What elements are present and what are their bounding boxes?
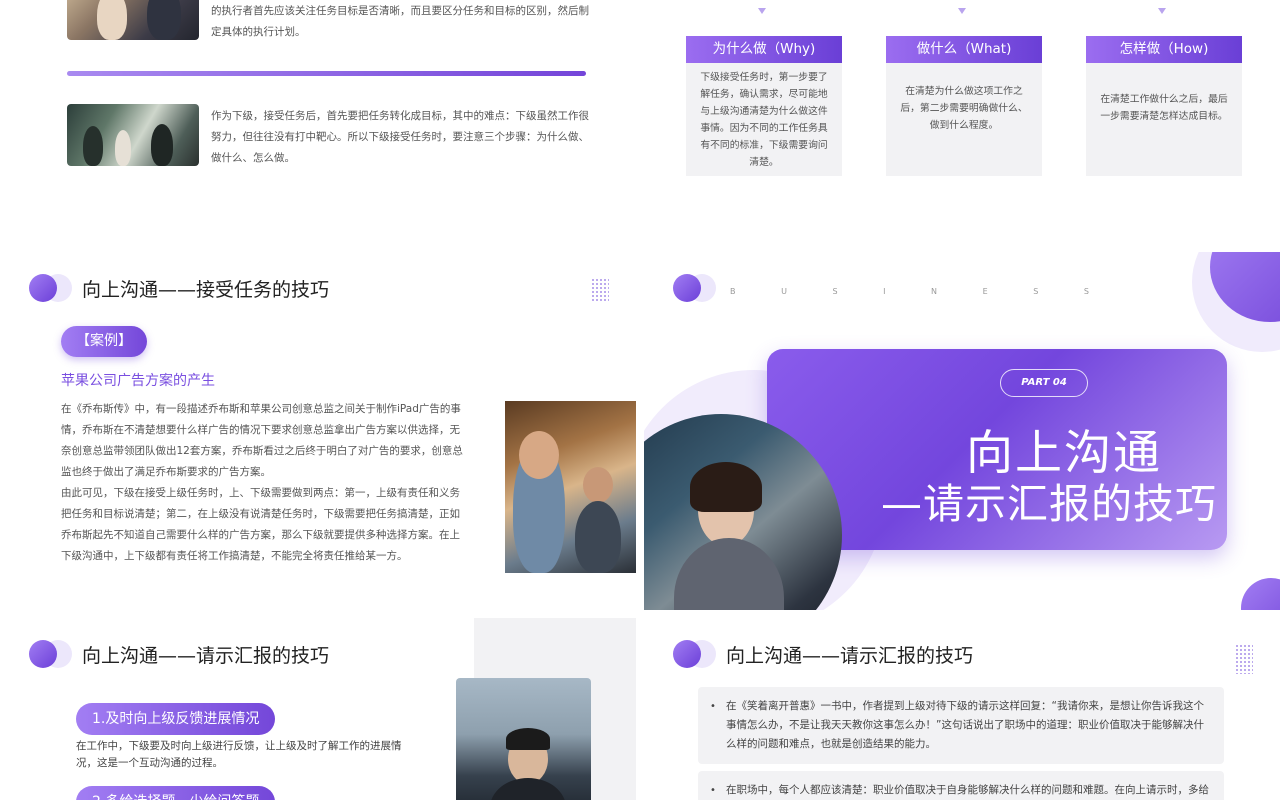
corner-circle-decoration: [1241, 578, 1280, 610]
slide-panel-accept-task[interactable]: 向上沟通——接受任务的技巧 【案例】 苹果公司广告方案的产生 在《乔布斯传》中，…: [0, 252, 636, 610]
divider-bar: [67, 71, 586, 76]
title-bullet-icon: [673, 274, 701, 302]
business-letter: S: [1033, 287, 1040, 296]
slide-panel-report-tips-2[interactable]: 向上沟通——请示汇报的技巧 • 在《笑着离开普惠》一书中，作者提到上级对待下级的…: [644, 618, 1280, 800]
dot-grid-decoration: [591, 278, 609, 302]
bullet-icon: •: [710, 785, 716, 796]
step-card-body: 在清楚为什么做这项工作之后，第二步需要明确做什么、做到什么程度。: [900, 86, 1028, 131]
step-card-why: 为什么做（Why) 下级接受任务时，第一步要了解任务，确认需求，尽可能地与上级沟…: [686, 36, 842, 176]
step-description: 在工作中，下级要及时向上级进行反馈，让上级及时了解工作的进展情况，这是一个互动沟…: [76, 740, 402, 769]
slide-title: 向上沟通——请示汇报的技巧: [82, 645, 330, 667]
step-label: 1.及时向上级反馈进展情况: [76, 703, 276, 735]
step-card-body: 下级接受任务时，第一步要了解任务，确认需求，尽可能地与上级沟通清楚为什么做这件事…: [700, 72, 828, 168]
title-bullet-icon: [673, 640, 701, 668]
task-goal-paragraph: 的执行者首先应该关注任务目标是否清晰，而且要区分任务和目标的区别，然后制定具体的…: [211, 5, 589, 38]
bullet-icon: •: [710, 701, 716, 712]
case-label: 【案例】: [61, 326, 147, 357]
step-card-title: 为什么做（Why): [686, 36, 842, 63]
cover-title-line2: —请示汇报的技巧: [881, 480, 1217, 528]
business-letters: B U S I N E S S: [730, 287, 1090, 296]
step-card-title: 怎样做（How): [1086, 36, 1242, 63]
title-bullet-icon: [29, 274, 57, 302]
down-arrow-icon: [758, 8, 766, 14]
businessman-photo: [456, 678, 591, 800]
business-letter: S: [1083, 287, 1090, 296]
office-meeting-photo: [67, 0, 199, 40]
part-number-badge: PART 04: [1000, 369, 1088, 397]
task-steps-paragraph: 作为下级，接受任务后，首先要把任务转化成目标，其中的难点：下级虽然工作很努力，但…: [211, 110, 589, 164]
quote-text: 在职场中，每个人都应该清楚：职业价值取决于自身能够解决什么样的问题和难题。在向上…: [726, 784, 1209, 796]
down-arrow-icon: [958, 8, 966, 14]
business-letter: N: [931, 287, 939, 296]
quote-box: • 在职场中，每个人都应该清楚：职业价值取决于自身能够解决什么样的问题和难题。在…: [698, 771, 1224, 800]
step-label: 2.多给选择题，少给问答题: [76, 786, 276, 800]
case-subtitle: 苹果公司广告方案的产生: [61, 373, 215, 389]
title-bullet-icon: [29, 640, 57, 668]
step-card-title: 做什么（What): [886, 36, 1042, 63]
down-arrow-icon: [1158, 8, 1166, 14]
case-body: 在《乔布斯传》中，有一段描述乔布斯和苹果公司创意总监之间关于制作iPad广告的事…: [61, 399, 465, 567]
business-letter: U: [781, 287, 788, 296]
step-card-body: 在清楚工作做什么之后，最后一步需要清楚怎样达成目标。: [1100, 94, 1228, 122]
slide-title: 向上沟通——请示汇报的技巧: [726, 645, 974, 667]
slide-title: 向上沟通——接受任务的技巧: [82, 279, 330, 301]
business-letter: S: [832, 287, 839, 296]
case-paragraph: 由此可见，下级在接受上级任务时，上、下级需要做到两点：第一，上级有责任和义务把任…: [61, 487, 460, 562]
case-paragraph: 在《乔布斯传》中，有一段描述乔布斯和苹果公司创意总监之间关于制作iPad广告的事…: [61, 403, 463, 478]
slide-panel-top-left[interactable]: 的执行者首先应该关注任务目标是否清晰，而且要区分任务和目标的区别，然后制定具体的…: [0, 0, 636, 245]
dot-grid-decoration: [1235, 644, 1253, 674]
step-card-how: 怎样做（How) 在清楚工作做什么之后，最后一步需要清楚怎样达成目标。: [1086, 36, 1242, 176]
slide-panel-top-right[interactable]: 为什么做（Why) 下级接受任务时，第一步要了解任务，确认需求，尽可能地与上级沟…: [644, 0, 1280, 245]
quote-text: 在《笑着离开普惠》一书中，作者提到上级对待下级的请示这样回复：“我请你来，是想让…: [726, 700, 1204, 750]
team-meeting-photo: [67, 104, 199, 166]
business-letter: B: [730, 287, 737, 296]
slide-panel-part04-cover[interactable]: B U S I N E S S PART 04 向上沟通 —请示汇报的技巧: [644, 252, 1280, 610]
step-card-what: 做什么（What) 在清楚为什么做这项工作之后，第二步需要明确做什么、做到什么程…: [886, 36, 1042, 176]
quote-box: • 在《笑着离开普惠》一书中，作者提到上级对待下级的请示这样回复：“我请你来，是…: [698, 687, 1224, 764]
smiling-man-photo: [505, 401, 636, 573]
slide-panel-report-tips-1[interactable]: 向上沟通——请示汇报的技巧 1.及时向上级反馈进展情况 在工作中，下级要及时向上…: [0, 618, 636, 800]
business-letter: E: [982, 287, 989, 296]
business-letter: I: [883, 287, 887, 296]
